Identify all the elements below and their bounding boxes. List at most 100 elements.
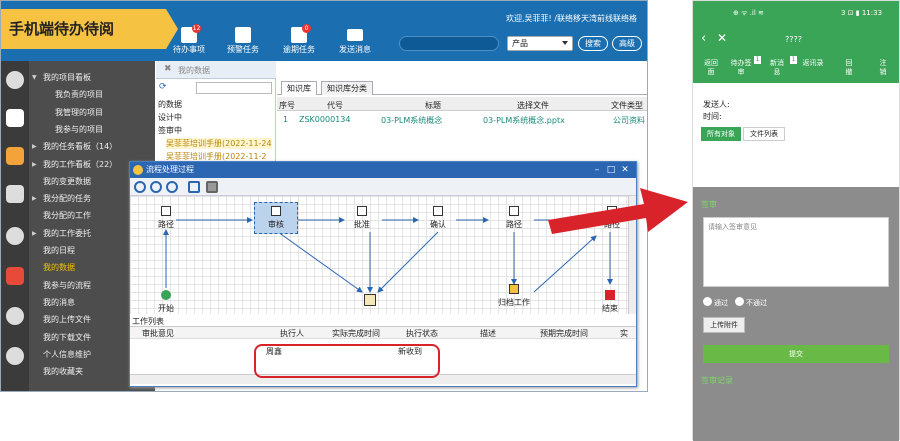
edit-doc-icon xyxy=(271,206,281,216)
product-select[interactable]: 产品 xyxy=(507,36,573,51)
sign-opinion-input[interactable]: 请输入签审意见 xyxy=(703,217,889,287)
warning-task-button[interactable]: 预警任务 xyxy=(217,27,269,57)
sidebar-item[interactable]: 我的项目看板 xyxy=(29,71,155,85)
radio-fail-label: 不通过 xyxy=(746,299,767,307)
sender-label: 发送人: xyxy=(703,100,730,109)
todo-label: 待办事项 xyxy=(173,45,205,54)
sidebar-item[interactable]: 我的任务看板（14） xyxy=(29,140,155,154)
col-desc: 描述 xyxy=(480,329,496,338)
advanced-search-button[interactable]: 高级 xyxy=(612,36,642,51)
submit-button[interactable]: 提交 xyxy=(703,345,889,363)
zoom-fit-icon[interactable] xyxy=(166,181,178,193)
todo-icon: 12 xyxy=(181,24,201,43)
zoom-in-icon[interactable] xyxy=(134,181,146,193)
search-rail-icon[interactable] xyxy=(6,71,24,89)
status-right: 3 ⊡ ▮ 11:33 xyxy=(841,9,883,17)
left-icon-rail xyxy=(1,61,29,391)
node-label: 归档工作 xyxy=(498,298,530,307)
node-route-1[interactable]: 路径 xyxy=(146,206,186,230)
close-icon[interactable]: ✖ xyxy=(164,64,174,74)
search-input[interactable] xyxy=(399,36,499,51)
print-icon[interactable] xyxy=(206,181,218,193)
node-start[interactable]: 开始 xyxy=(146,290,186,314)
warning-doc-icon xyxy=(235,27,251,43)
mobile-menu-item[interactable]: 待办签 审1 xyxy=(727,56,761,77)
media-rail-icon[interactable] xyxy=(6,267,24,285)
refresh-icon[interactable]: ⟳ xyxy=(159,82,167,92)
mobile-menu-item[interactable]: 新消 息 1 xyxy=(763,56,797,77)
cell-index: 1 xyxy=(283,115,289,124)
search-button[interactable]: 搜索 xyxy=(578,36,608,51)
write-rail-icon[interactable] xyxy=(6,185,24,203)
node-label: 结束 xyxy=(602,304,618,313)
edit-doc-icon xyxy=(433,206,443,216)
node-archive[interactable]: 归档工作 xyxy=(494,284,534,308)
close-icon[interactable]: ✕ xyxy=(620,165,630,175)
back-icon[interactable]: ‹ xyxy=(701,31,706,46)
send-message-button[interactable]: 发送消息 xyxy=(329,27,381,57)
mobile-navbar: ‹ ✕ ???? xyxy=(693,25,899,55)
mobile-menu-label: 注 销 xyxy=(879,59,887,76)
node-route-2[interactable]: 路径 xyxy=(494,206,534,230)
node-review[interactable]: 审核 xyxy=(256,206,296,230)
node-label: 开始 xyxy=(158,304,174,313)
dialog-titlebar: 流程处理过程 – □ ✕ xyxy=(130,162,636,178)
mobile-title: ???? xyxy=(785,35,802,44)
mobile-menu-label: 回 撤 xyxy=(845,59,853,76)
sign-record-title: 签审记录 xyxy=(701,376,733,385)
sidebar-item[interactable]: 我参与的项目 xyxy=(29,123,155,137)
overdue-task-button[interactable]: 0 逾期任务 xyxy=(273,24,325,57)
edit-doc-icon xyxy=(357,206,367,216)
radio-fail[interactable] xyxy=(735,297,744,306)
move-icon[interactable] xyxy=(188,181,200,193)
tree-node[interactable]: 签审中 xyxy=(158,125,182,136)
node-end[interactable]: 结束 xyxy=(590,290,628,314)
merge-doc-icon[interactable] xyxy=(364,294,376,306)
message-info: 发送人: 时间: 所有对象 文件列表 xyxy=(693,83,899,187)
tab-file-list[interactable]: 文件列表 xyxy=(743,127,785,141)
cell-file: 03-PLM系统概念.pptx xyxy=(483,116,565,125)
mobile-menu-badge: 1 xyxy=(754,56,761,64)
mobile-menu-item[interactable]: 返回 面 xyxy=(697,59,725,77)
sidebar-item[interactable]: 我负责的项目 xyxy=(29,88,155,102)
mobile-menu-item[interactable]: 回 撤 xyxy=(835,59,863,77)
tree-filter-input[interactable] xyxy=(196,82,272,94)
node-label: 批准 xyxy=(354,220,370,229)
broadcast-icon[interactable] xyxy=(6,347,24,365)
node-box-icon xyxy=(509,206,519,216)
status-bar: ⊕ ᯤ .il ≋ 3 ⊡ ▮ 11:33 xyxy=(693,1,899,25)
node-label: 路径 xyxy=(158,220,174,229)
mobile-menu-item[interactable]: 返讯录 xyxy=(799,59,827,68)
minimize-icon[interactable]: – xyxy=(592,165,602,175)
col-file: 选择文件 xyxy=(517,101,549,110)
close-icon[interactable]: ✕ xyxy=(717,31,727,45)
node-confirm[interactable]: 确认 xyxy=(418,206,458,230)
table-row[interactable]: 1 ZSK0000134 03-PLM系统概念 03-PLM系统概念.pptx … xyxy=(277,113,647,125)
tab-knowledge-category[interactable]: 知识库分类 xyxy=(321,81,373,95)
mail-icon xyxy=(347,29,363,41)
sidebar-item[interactable]: 我管理的项目 xyxy=(29,106,155,120)
stop-icon xyxy=(605,290,615,300)
tree-node[interactable]: 设计中 xyxy=(158,112,182,123)
content-tabs: 知识库 知识库分类 xyxy=(277,79,647,95)
tree-node[interactable]: 的数据 xyxy=(158,99,182,110)
node-approve[interactable]: 批准 xyxy=(342,206,382,230)
col-more: 实 xyxy=(620,329,628,338)
zoom-out-icon[interactable] xyxy=(150,181,162,193)
chat-icon[interactable] xyxy=(6,307,24,325)
todo-button[interactable]: 12 待办事项 xyxy=(163,24,215,57)
mobile-menu-item[interactable]: 注 销 xyxy=(869,59,897,77)
tab-knowledge[interactable]: 知识库 xyxy=(281,81,317,95)
app-title: 手机端待办待阅 xyxy=(9,20,115,38)
tab-all-objects[interactable]: 所有对象 xyxy=(701,127,741,141)
edit-rail-icon[interactable] xyxy=(6,147,24,165)
col-actual-time: 实际完成时间 xyxy=(332,329,380,338)
mobile-menu-label: 新消 息 xyxy=(770,59,784,76)
tree-node[interactable]: 吴菲菲培训手册(2022-11-24 xyxy=(166,138,272,149)
home-icon[interactable] xyxy=(6,109,24,127)
database-icon[interactable] xyxy=(6,227,24,245)
maximize-icon[interactable]: □ xyxy=(606,165,616,175)
radio-pass[interactable] xyxy=(703,297,712,306)
sign-panel: 签审 请输入签审意见 通过 不通过 上传附件 签审记录 xyxy=(693,187,899,441)
upload-button[interactable]: 上传附件 xyxy=(703,317,745,333)
